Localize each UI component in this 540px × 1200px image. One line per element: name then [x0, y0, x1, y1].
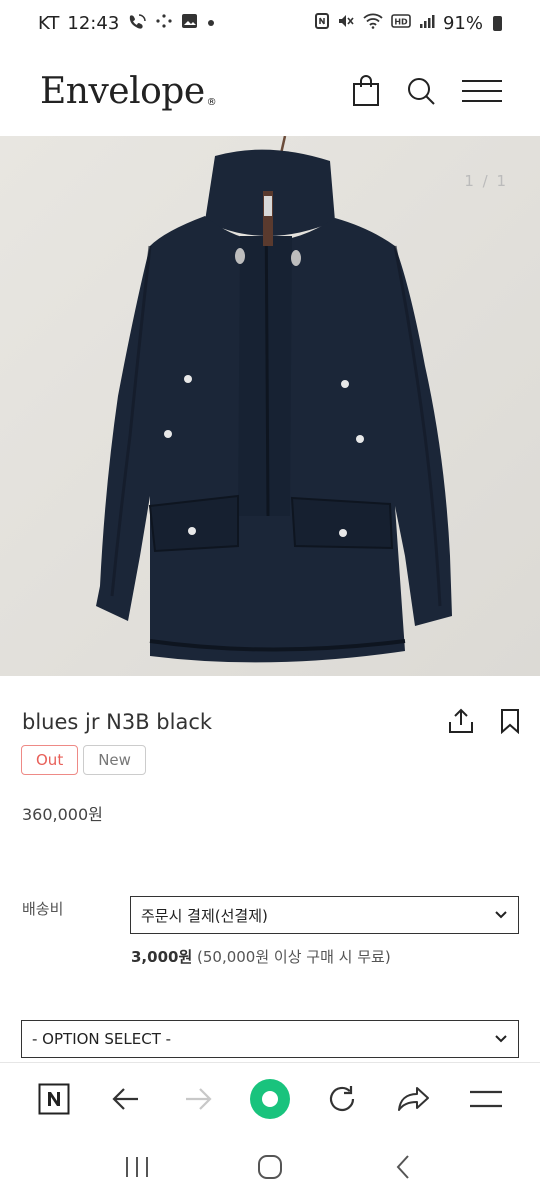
share-button[interactable] — [448, 708, 474, 738]
bookmark-button[interactable] — [500, 708, 520, 738]
reload-button[interactable] — [317, 1074, 367, 1124]
recents-icon — [125, 1157, 148, 1177]
shipping-method-value: 주문시 결제(선결제) — [141, 906, 268, 925]
naver-home-button[interactable] — [29, 1074, 79, 1124]
shipping-fee-amount: 3,000원 — [131, 948, 193, 966]
battery-label: 91% — [442, 12, 483, 34]
svg-text:HD: HD — [394, 18, 408, 27]
dot-icon — [206, 14, 216, 32]
logo-text: Envelope — [40, 70, 205, 112]
jacket-photo — [0, 136, 540, 676]
product-price: 360,000원 — [22, 805, 103, 824]
battery-icon — [493, 15, 502, 31]
forward-icon — [186, 1087, 212, 1110]
menu-icon — [470, 1090, 502, 1107]
menu-icon — [462, 80, 502, 102]
registered-mark: ® — [206, 96, 217, 108]
bookmark-icon — [501, 709, 519, 735]
green-dot-icon — [250, 1078, 290, 1119]
forward-button[interactable] — [173, 1074, 223, 1124]
carrier-label: KT — [38, 12, 60, 34]
badge-out: Out — [21, 745, 79, 775]
product-image[interactable]: 1 / 1 — [0, 136, 540, 676]
signal-icon — [419, 13, 435, 33]
shipping-method-select[interactable]: 주문시 결제(선결제) — [130, 896, 519, 934]
menu-button[interactable] — [462, 79, 502, 103]
home-button[interactable] — [245, 1142, 295, 1192]
hd-icon: HD — [391, 13, 411, 33]
wifi-call-icon — [127, 13, 147, 33]
product-title: blues jr N3B black — [22, 710, 213, 734]
image-counter: 1 / 1 — [464, 172, 508, 190]
naver-home-icon — [38, 1083, 70, 1114]
option-select-value: - OPTION SELECT - — [32, 1030, 172, 1048]
search-icon — [408, 78, 435, 105]
reload-icon — [329, 1085, 355, 1111]
gallery-icon — [181, 13, 198, 33]
home-icon — [257, 1155, 282, 1179]
browser-toolbar — [0, 1062, 540, 1134]
back-icon — [112, 1087, 138, 1110]
android-nav-bar — [0, 1134, 540, 1200]
shipping-fee: 3,000원 (50,000원 이상 구매 시 무료) — [131, 946, 391, 967]
shopping-bag-icon — [353, 75, 379, 106]
recents-button[interactable] — [112, 1142, 162, 1192]
clock: 12:43 — [67, 12, 120, 34]
nfc-icon — [314, 13, 329, 33]
chevron-down-icon — [495, 1035, 507, 1043]
chevron-down-icon — [495, 911, 507, 919]
status-bar: KT 12:43 HD 91% — [0, 0, 540, 46]
share-icon — [449, 708, 473, 733]
wifi-icon — [363, 13, 383, 33]
logo[interactable]: Envelope ® — [40, 70, 217, 112]
shipping-label: 배송비 — [22, 900, 64, 918]
mute-icon — [337, 13, 355, 33]
search-button[interactable] — [406, 76, 436, 106]
system-back-button[interactable] — [378, 1142, 428, 1192]
cart-button[interactable] — [352, 75, 380, 107]
back-icon — [396, 1155, 410, 1179]
share-page-button[interactable] — [389, 1074, 439, 1124]
green-dot-button[interactable] — [245, 1074, 295, 1124]
browser-menu-button[interactable] — [461, 1074, 511, 1124]
share-arrow-icon — [398, 1086, 429, 1111]
site-header: Envelope ® — [0, 46, 540, 136]
shipping-fee-note: (50,000원 이상 구매 시 무료) — [192, 948, 391, 966]
option-select[interactable]: - OPTION SELECT - — [21, 1020, 519, 1058]
back-button[interactable] — [101, 1074, 151, 1124]
badge-new: New — [83, 745, 146, 775]
dots-icon — [155, 13, 173, 33]
